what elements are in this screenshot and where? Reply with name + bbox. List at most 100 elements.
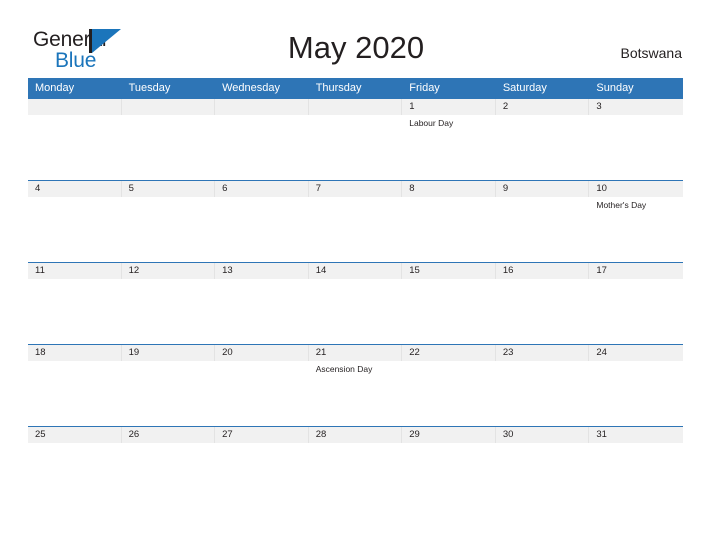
date-number[interactable]: 17 bbox=[589, 263, 683, 279]
date-number[interactable]: 30 bbox=[496, 427, 590, 443]
day-cell[interactable] bbox=[589, 361, 683, 426]
day-cell[interactable] bbox=[122, 197, 216, 262]
date-number[interactable]: 12 bbox=[122, 263, 216, 279]
weekday-thursday: Thursday bbox=[315, 82, 362, 94]
day-cell[interactable] bbox=[28, 279, 122, 344]
date-number[interactable]: 21 bbox=[309, 345, 403, 361]
week-event-row bbox=[28, 443, 683, 508]
weekday-wednesday: Wednesday bbox=[222, 82, 281, 94]
date-number[interactable]: 4 bbox=[28, 181, 122, 197]
date-number[interactable]: 11 bbox=[28, 263, 122, 279]
date-number[interactable]: 20 bbox=[215, 345, 309, 361]
week-event-row: Labour Day bbox=[28, 115, 683, 180]
day-cell[interactable] bbox=[589, 115, 683, 180]
date-number[interactable]: 27 bbox=[215, 427, 309, 443]
day-cell[interactable] bbox=[215, 361, 309, 426]
event-label: Ascension Day bbox=[315, 364, 373, 374]
day-cell[interactable] bbox=[496, 279, 590, 344]
calendar-week-row: 25 26 27 28 29 30 31 bbox=[28, 426, 683, 508]
day-cell[interactable] bbox=[309, 279, 403, 344]
calendar-week-row: 18 19 20 21 22 23 24 Ascension Day bbox=[28, 344, 683, 426]
date-number[interactable]: 15 bbox=[402, 263, 496, 279]
day-cell[interactable] bbox=[28, 115, 122, 180]
week-date-row: 25 26 27 28 29 30 31 bbox=[28, 426, 683, 443]
day-cell[interactable] bbox=[28, 197, 122, 262]
calendar-week-row: 4 5 6 7 8 9 10 Mother's Day bbox=[28, 180, 683, 262]
day-cell[interactable]: Labour Day bbox=[402, 115, 496, 180]
date-number[interactable] bbox=[122, 99, 216, 115]
weekday-tuesday: Tuesday bbox=[128, 82, 171, 94]
date-number[interactable]: 5 bbox=[122, 181, 216, 197]
day-cell[interactable] bbox=[215, 197, 309, 262]
date-number[interactable]: 6 bbox=[215, 181, 309, 197]
date-number[interactable]: 10 bbox=[589, 181, 683, 197]
week-event-row: Ascension Day bbox=[28, 361, 683, 426]
date-number[interactable]: 25 bbox=[28, 427, 122, 443]
week-event-row bbox=[28, 279, 683, 344]
date-number[interactable]: 9 bbox=[496, 181, 590, 197]
weekday-saturday: Saturday bbox=[502, 82, 547, 94]
date-number[interactable]: 23 bbox=[496, 345, 590, 361]
date-number[interactable]: 1 bbox=[402, 99, 496, 115]
region-label: Botswana bbox=[620, 45, 682, 61]
weekday-friday: Friday bbox=[409, 82, 440, 94]
day-cell[interactable] bbox=[309, 197, 403, 262]
date-number[interactable]: 13 bbox=[215, 263, 309, 279]
day-cell[interactable] bbox=[402, 443, 496, 508]
week-date-row: 4 5 6 7 8 9 10 bbox=[28, 180, 683, 197]
date-number[interactable]: 16 bbox=[496, 263, 590, 279]
day-cell[interactable]: Ascension Day bbox=[309, 361, 403, 426]
day-cell[interactable] bbox=[402, 279, 496, 344]
day-cell[interactable] bbox=[402, 197, 496, 262]
day-cell[interactable] bbox=[309, 443, 403, 508]
calendar-grid: Monday Tuesday Wednesday Thursday Friday… bbox=[28, 78, 683, 508]
date-number[interactable]: 3 bbox=[589, 99, 683, 115]
calendar-week-row: 1 2 3 Labour Day bbox=[28, 98, 683, 180]
day-cell[interactable] bbox=[215, 443, 309, 508]
day-cell[interactable] bbox=[496, 197, 590, 262]
day-cell[interactable] bbox=[28, 443, 122, 508]
week-event-row: Mother's Day bbox=[28, 197, 683, 262]
date-number[interactable] bbox=[215, 99, 309, 115]
date-number[interactable]: 18 bbox=[28, 345, 122, 361]
day-cell[interactable] bbox=[122, 115, 216, 180]
week-date-row: 1 2 3 bbox=[28, 98, 683, 115]
day-cell[interactable] bbox=[215, 115, 309, 180]
date-number[interactable]: 19 bbox=[122, 345, 216, 361]
date-number[interactable] bbox=[309, 99, 403, 115]
date-number[interactable]: 28 bbox=[309, 427, 403, 443]
day-cell[interactable] bbox=[215, 279, 309, 344]
date-number[interactable]: 7 bbox=[309, 181, 403, 197]
day-cell[interactable] bbox=[309, 115, 403, 180]
calendar-page: General Blue May 2020 Botswana Monday Tu… bbox=[0, 0, 712, 550]
date-number[interactable]: 14 bbox=[309, 263, 403, 279]
date-number[interactable]: 22 bbox=[402, 345, 496, 361]
day-cell[interactable] bbox=[496, 361, 590, 426]
day-cell[interactable] bbox=[122, 361, 216, 426]
event-label: Labour Day bbox=[409, 118, 454, 128]
day-cell[interactable] bbox=[122, 279, 216, 344]
date-number[interactable]: 2 bbox=[496, 99, 590, 115]
date-number[interactable]: 8 bbox=[402, 181, 496, 197]
day-cell[interactable] bbox=[589, 279, 683, 344]
date-number[interactable]: 29 bbox=[402, 427, 496, 443]
page-header: General Blue May 2020 Botswana bbox=[0, 0, 712, 78]
day-cell[interactable] bbox=[589, 443, 683, 508]
date-number[interactable] bbox=[28, 99, 122, 115]
weekday-header-row: Monday Tuesday Wednesday Thursday Friday… bbox=[28, 78, 683, 98]
week-date-row: 11 12 13 14 15 16 17 bbox=[28, 262, 683, 279]
day-cell[interactable] bbox=[496, 115, 590, 180]
date-number[interactable]: 24 bbox=[589, 345, 683, 361]
day-cell[interactable] bbox=[28, 361, 122, 426]
week-date-row: 18 19 20 21 22 23 24 bbox=[28, 344, 683, 361]
day-cell[interactable] bbox=[122, 443, 216, 508]
calendar-week-row: 11 12 13 14 15 16 17 bbox=[28, 262, 683, 344]
day-cell[interactable] bbox=[402, 361, 496, 426]
date-number[interactable]: 31 bbox=[589, 427, 683, 443]
day-cell[interactable]: Mother's Day bbox=[589, 197, 683, 262]
date-number[interactable]: 26 bbox=[122, 427, 216, 443]
day-cell[interactable] bbox=[496, 443, 590, 508]
page-title: May 2020 bbox=[287, 30, 425, 65]
weekday-monday: Monday bbox=[35, 82, 75, 94]
event-label: Mother's Day bbox=[596, 200, 647, 210]
